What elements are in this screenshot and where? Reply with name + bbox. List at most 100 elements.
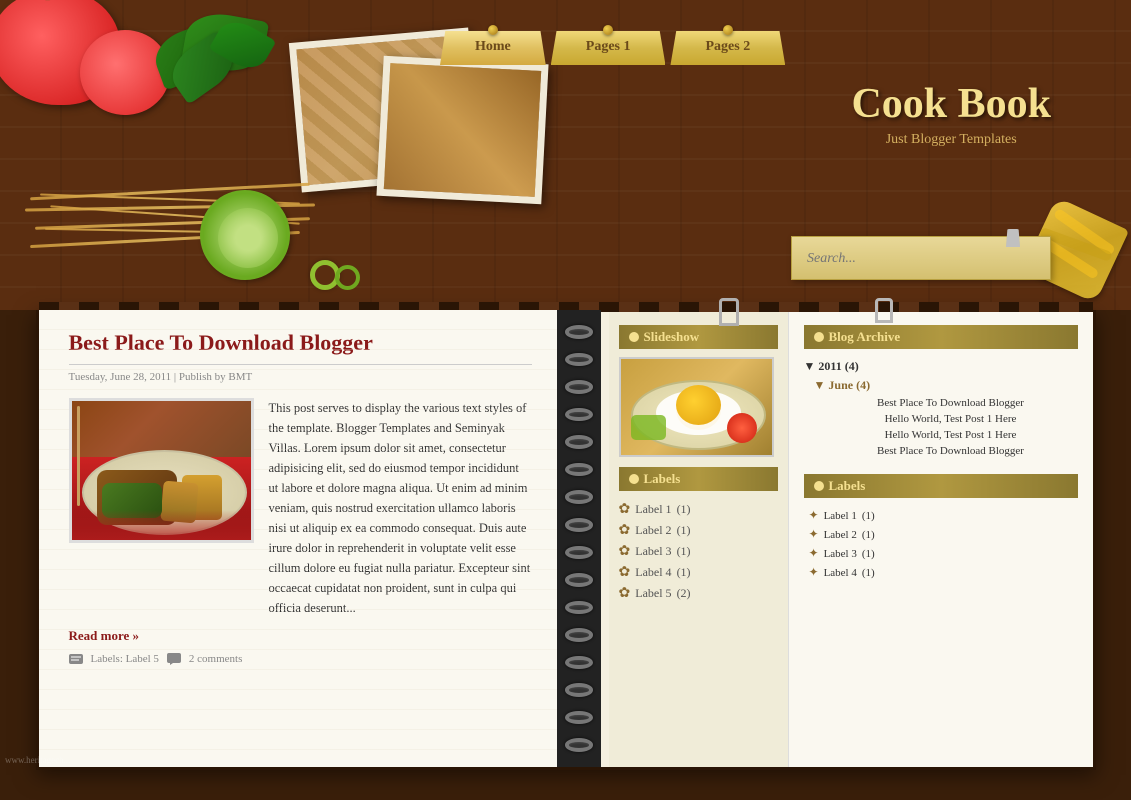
ring-6 xyxy=(565,463,593,477)
post-meta: Tuesday, June 28, 2011 | Publish by BMT xyxy=(69,371,532,383)
star-4: ✦ xyxy=(809,565,819,580)
archive-post-1[interactable]: Best Place To Download Blogger xyxy=(804,395,1078,411)
labels-icon xyxy=(69,654,83,664)
label-right-name-4: Label 4 xyxy=(824,567,857,579)
ring-2 xyxy=(565,353,593,367)
label-count-2: (1) xyxy=(677,523,691,538)
ring-12 xyxy=(565,628,593,642)
ring-16 xyxy=(565,738,593,752)
archive-post-2[interactable]: Hello World, Test Post 1 Here xyxy=(804,411,1078,427)
right-pages: Slideshow xyxy=(559,310,1093,767)
archive-bullet xyxy=(814,332,824,342)
slideshow-image xyxy=(619,357,774,457)
label-count-5: (2) xyxy=(677,586,691,601)
ring-11 xyxy=(565,601,593,615)
nav-pages2[interactable]: Pages 2 xyxy=(670,31,785,65)
main-wrapper: Best Place To Download Blogger Tuesday, … xyxy=(0,310,1131,770)
ring-1 xyxy=(565,325,593,339)
label-name-3: Label 3 xyxy=(635,544,671,559)
post-labels: Labels: Label 5 xyxy=(91,653,159,665)
label-right-2[interactable]: ✦ Label 2 (1) xyxy=(804,525,1078,544)
right-column: Blog Archive ▼ 2011 (4) ▼ June (4) Best … xyxy=(789,310,1093,767)
right-clip xyxy=(875,298,893,323)
label-right-3[interactable]: ✦ Label 3 (1) xyxy=(804,544,1078,563)
labels-bullet xyxy=(629,474,639,484)
blog-archive-section: Blog Archive ▼ 2011 (4) ▼ June (4) Best … xyxy=(804,325,1078,459)
label-count-4: (1) xyxy=(677,565,691,580)
label-bullet-5: ✿ xyxy=(619,585,631,602)
label-right-1[interactable]: ✦ Label 1 (1) xyxy=(804,506,1078,525)
nav-home[interactable]: Home xyxy=(440,31,546,65)
label-item-4[interactable]: ✿ Label 4 (1) xyxy=(619,562,778,583)
recipe-photo-2 xyxy=(376,56,548,204)
label-right-4[interactable]: ✦ Label 4 (1) xyxy=(804,563,1078,582)
labels-right-title: Labels xyxy=(829,478,866,494)
nav-pin-home xyxy=(488,25,498,35)
post-content: This post serves to display the various … xyxy=(69,398,532,618)
labels-right-bullet xyxy=(814,481,824,491)
post-text: This post serves to display the various … xyxy=(269,398,532,618)
search-input[interactable] xyxy=(807,251,1035,267)
label-bullet-4: ✿ xyxy=(619,564,631,581)
star-2: ✦ xyxy=(809,527,819,542)
post-body-text: This post serves to display the various … xyxy=(269,401,531,615)
left-page: Best Place To Download Blogger Tuesday, … xyxy=(39,310,559,767)
star-3: ✦ xyxy=(809,546,819,561)
slideshow-header: Slideshow xyxy=(619,325,778,349)
header: Home Pages 1 Pages 2 Cook Book Just Blog… xyxy=(0,0,1131,310)
post-footer: Labels: Label 5 2 comments xyxy=(69,653,532,665)
labels-title: Labels xyxy=(644,471,681,487)
label-item-5[interactable]: ✿ Label 5 (2) xyxy=(619,583,778,604)
archive-post-3[interactable]: Hello World, Test Post 1 Here xyxy=(804,427,1078,443)
label-name-1: Label 1 xyxy=(635,502,671,517)
nav-pages1-label: Pages 1 xyxy=(586,39,631,54)
archive-post-4[interactable]: Best Place To Download Blogger xyxy=(804,443,1078,459)
ring-14 xyxy=(565,683,593,697)
ring-13 xyxy=(565,656,593,670)
ring-3 xyxy=(565,380,593,394)
nav-home-label: Home xyxy=(475,39,511,54)
notebook: Best Place To Download Blogger Tuesday, … xyxy=(36,310,1096,770)
label-item-1[interactable]: ✿ Label 1 (1) xyxy=(619,499,778,520)
site-title: Cook Book xyxy=(851,80,1051,128)
label-bullet-3: ✿ xyxy=(619,543,631,560)
onion-rings-decoration xyxy=(310,260,340,290)
nav-pages1[interactable]: Pages 1 xyxy=(551,31,666,65)
label-bullet-2: ✿ xyxy=(619,522,631,539)
labels-header: Labels xyxy=(619,467,778,491)
nav-pin-pages2 xyxy=(723,25,733,35)
label-count-1: (1) xyxy=(677,502,691,517)
label-right-count-2: (1) xyxy=(862,529,875,541)
labels-right-header: Labels xyxy=(804,474,1078,498)
read-more-link[interactable]: Read more » xyxy=(69,628,140,644)
label-right-count-4: (1) xyxy=(862,567,875,579)
archive-title: Blog Archive xyxy=(829,329,901,345)
archive-month-june: ▼ June (4) xyxy=(804,376,1078,395)
nav-pages2-label: Pages 2 xyxy=(705,39,750,54)
post-title[interactable]: Best Place To Download Blogger xyxy=(69,330,532,365)
page-clip xyxy=(719,298,739,326)
post-image xyxy=(69,398,254,543)
label-right-count-3: (1) xyxy=(862,548,875,560)
label-right-name-3: Label 3 xyxy=(824,548,857,560)
star-1: ✦ xyxy=(809,508,819,523)
label-right-name-2: Label 2 xyxy=(824,529,857,541)
labels-section: Labels ✿ Label 1 (1) ✿ Label 2 (1) ✿ xyxy=(619,467,778,604)
label-name-4: Label 4 xyxy=(635,565,671,580)
ring-15 xyxy=(565,711,593,725)
nav-pin-pages1 xyxy=(603,25,613,35)
ring-5 xyxy=(565,435,593,449)
label-bullet-1: ✿ xyxy=(619,501,631,518)
label-name-5: Label 5 xyxy=(635,586,671,601)
label-item-3[interactable]: ✿ Label 3 (1) xyxy=(619,541,778,562)
post-comments: 2 comments xyxy=(189,653,242,665)
archive-year-2011: ▼ 2011 (4) xyxy=(804,357,1078,376)
label-item-2[interactable]: ✿ Label 2 (1) xyxy=(619,520,778,541)
middle-column: Slideshow xyxy=(609,310,789,767)
ring-9 xyxy=(565,546,593,560)
ring-7 xyxy=(565,490,593,504)
watermark: www.heritagech... xyxy=(5,755,70,765)
label-right-count-1: (1) xyxy=(862,510,875,522)
site-subtitle: Just Blogger Templates xyxy=(851,132,1051,148)
cucumber-decoration xyxy=(200,190,290,280)
